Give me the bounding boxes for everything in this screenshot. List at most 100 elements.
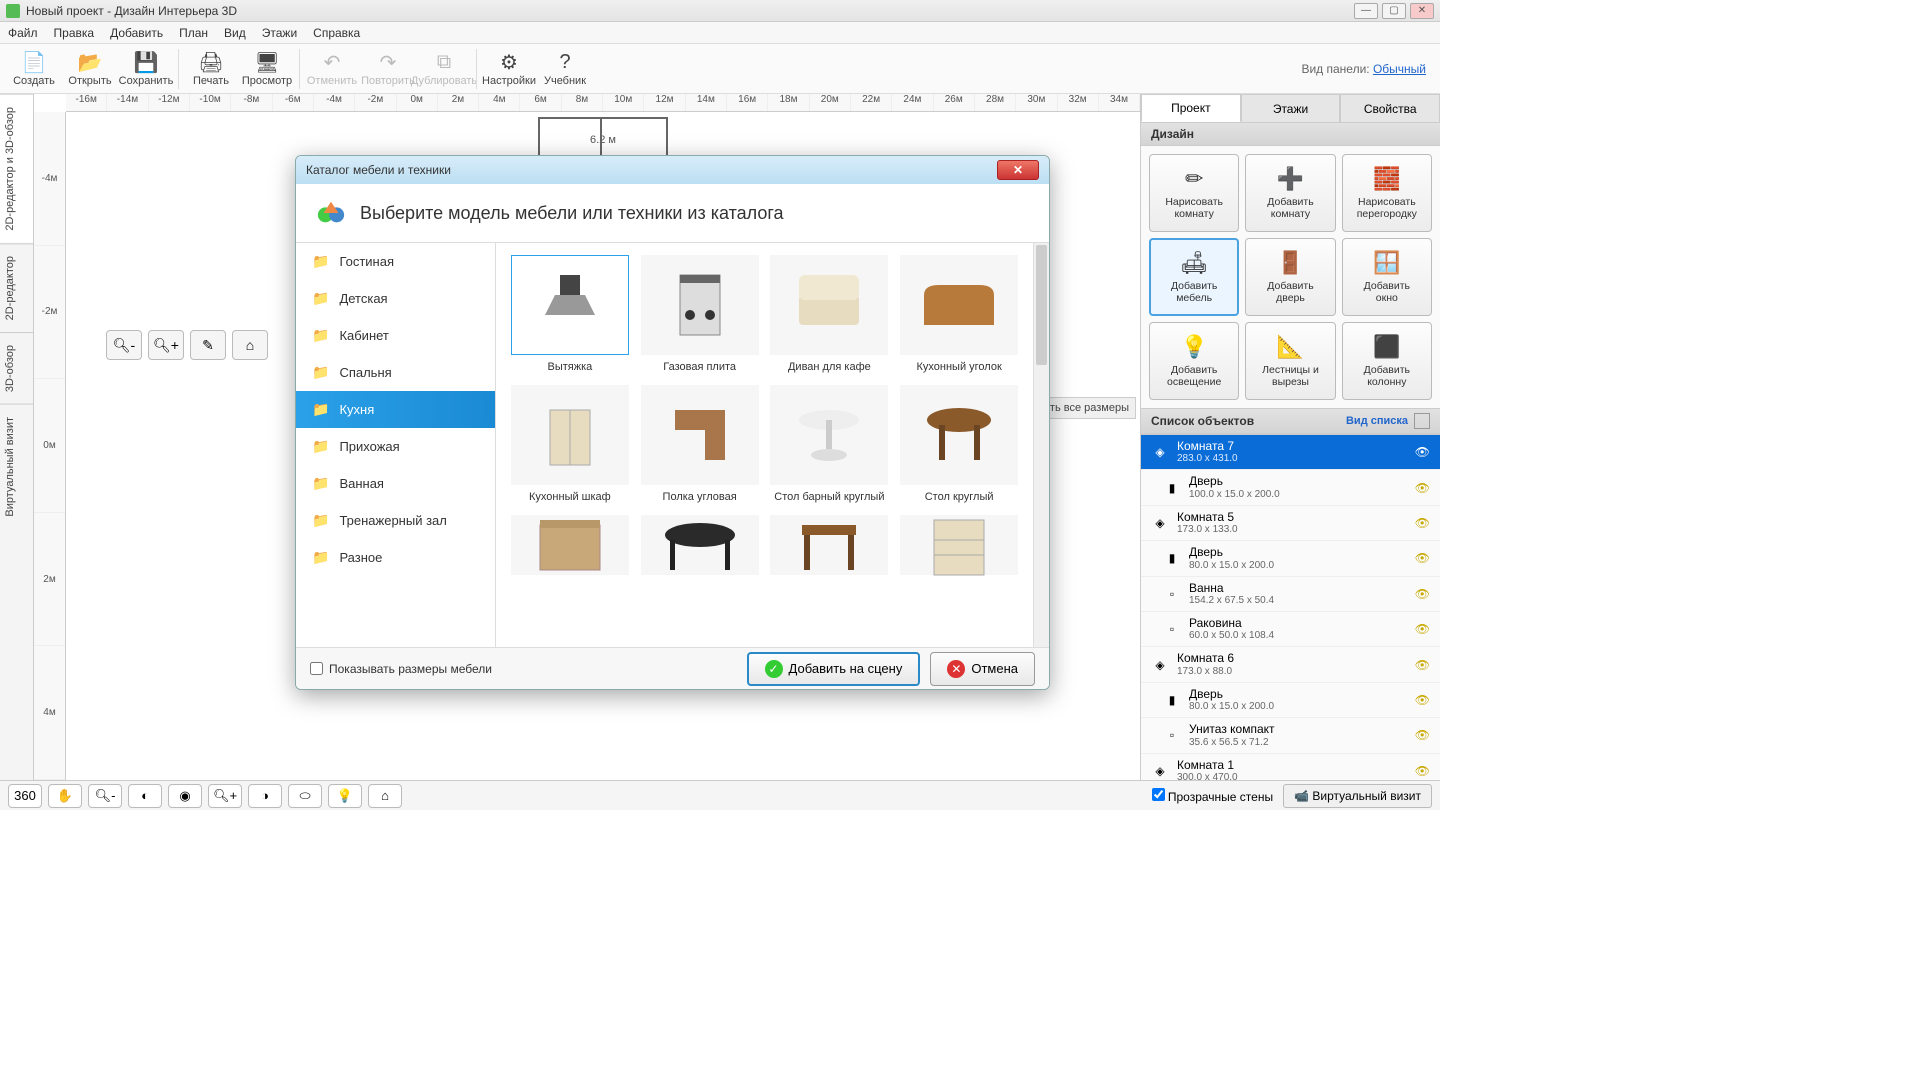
minimize-button[interactable]: — bbox=[1354, 3, 1378, 19]
category-Ванная[interactable]: 📁Ванная bbox=[296, 465, 495, 502]
toolbar-save-button[interactable]: 💾Сохранить bbox=[118, 45, 174, 93]
add-col-button[interactable]: ⬛Добавитьколонну bbox=[1342, 322, 1432, 400]
prev-icon[interactable]: ◐ bbox=[128, 784, 162, 808]
furniture-item[interactable]: Кухонный уголок bbox=[897, 255, 1021, 373]
toolbar-settings-button[interactable]: ⚙Настройки bbox=[481, 45, 537, 93]
panel-mode-link[interactable]: Обычный bbox=[1373, 62, 1426, 76]
draw-room-button[interactable]: ✏Нарисоватькомнату bbox=[1149, 154, 1239, 232]
close-button[interactable]: ✕ bbox=[1410, 3, 1434, 19]
visibility-icon[interactable]: 👁 bbox=[1415, 551, 1430, 565]
dialog-titlebar[interactable]: Каталог мебели и техники ✕ bbox=[296, 156, 1049, 184]
lasso-icon[interactable]: ⬭ bbox=[288, 784, 322, 808]
menu-Вид[interactable]: Вид bbox=[224, 26, 246, 40]
toolbar-open-button[interactable]: 📂Открыть bbox=[62, 45, 118, 93]
view-tab-3[interactable]: Виртуальный визит bbox=[0, 404, 33, 529]
category-Разное[interactable]: 📁Разное bbox=[296, 539, 495, 576]
dialog-close-button[interactable]: ✕ bbox=[997, 160, 1039, 180]
menu-Справка[interactable]: Справка bbox=[313, 26, 360, 40]
maximize-button[interactable]: ▢ bbox=[1382, 3, 1406, 19]
object-item[interactable]: ◈Комната 1300.0 x 470.0👁 bbox=[1141, 754, 1440, 780]
orbit-icon[interactable]: 360 bbox=[8, 784, 42, 808]
stairs-button[interactable]: 📐Лестницы ивырезы bbox=[1245, 322, 1335, 400]
object-item[interactable]: ▫Раковина60.0 x 50.0 x 108.4👁 bbox=[1141, 612, 1440, 647]
menu-План[interactable]: План bbox=[179, 26, 208, 40]
view-tab-2[interactable]: 3D-обзор bbox=[0, 332, 33, 404]
object-item[interactable]: ▮Дверь80.0 x 15.0 x 200.0👁 bbox=[1141, 683, 1440, 718]
furniture-item[interactable] bbox=[768, 515, 892, 575]
center-icon[interactable]: ◉ bbox=[168, 784, 202, 808]
object-item[interactable]: ▫Ванна154.2 x 67.5 x 50.4👁 bbox=[1141, 577, 1440, 612]
home-3d-icon[interactable]: ⌂ bbox=[368, 784, 402, 808]
add-furn-button[interactable]: 🛋Добавитьмебель bbox=[1149, 238, 1239, 316]
visibility-icon[interactable]: 👁 bbox=[1415, 516, 1430, 530]
category-Кухня[interactable]: 📁Кухня bbox=[296, 391, 495, 428]
furniture-item[interactable]: Газовая плита bbox=[638, 255, 762, 373]
toolbar-help-button[interactable]: ?Учебник bbox=[537, 45, 593, 93]
zoom-in-icon[interactable]: 🔍︎+ bbox=[148, 330, 184, 360]
category-Кабинет[interactable]: 📁Кабинет bbox=[296, 317, 495, 354]
next-icon[interactable]: ◑ bbox=[248, 784, 282, 808]
object-item[interactable]: ▮Дверь80.0 x 15.0 x 200.0👁 bbox=[1141, 541, 1440, 576]
object-item[interactable]: ▮Дверь100.0 x 15.0 x 200.0👁 bbox=[1141, 470, 1440, 505]
visibility-icon[interactable]: 👁 bbox=[1415, 728, 1430, 742]
object-item[interactable]: ◈Комната 5173.0 x 133.0👁 bbox=[1141, 506, 1440, 541]
view-list-link[interactable]: Вид списка bbox=[1346, 415, 1408, 427]
furniture-item[interactable]: Диван для кафе bbox=[768, 255, 892, 373]
furniture-item[interactable]: Кухонный шкаф bbox=[508, 385, 632, 503]
category-Спальня[interactable]: 📁Спальня bbox=[296, 354, 495, 391]
virtual-visit-button[interactable]: 📹 Виртуальный визит bbox=[1283, 784, 1432, 808]
light-icon[interactable]: 💡 bbox=[328, 784, 362, 808]
menu-Правка[interactable]: Правка bbox=[54, 26, 95, 40]
category-Гостиная[interactable]: 📁Гостиная bbox=[296, 243, 495, 280]
pan-icon[interactable]: ✋ bbox=[48, 784, 82, 808]
add-door-button[interactable]: 🚪Добавитьдверь bbox=[1245, 238, 1335, 316]
visibility-icon[interactable]: 👁 bbox=[1415, 693, 1430, 707]
show-all-sizes-hint[interactable]: ть все размеры bbox=[1043, 397, 1136, 419]
object-item[interactable]: ▫Унитаз компакт35.6 x 56.5 x 71.2👁 bbox=[1141, 718, 1440, 753]
view-list-icon[interactable] bbox=[1414, 413, 1430, 429]
add-light-button[interactable]: 💡Добавитьосвещение bbox=[1149, 322, 1239, 400]
menu-Добавить[interactable]: Добавить bbox=[110, 26, 163, 40]
furniture-scrollbar[interactable] bbox=[1033, 243, 1049, 647]
toolbar-print-button[interactable]: 🖨Печать bbox=[183, 45, 239, 93]
category-Тренажерный зал[interactable]: 📁Тренажерный зал bbox=[296, 502, 495, 539]
zoom-out-3d-icon[interactable]: 🔍︎- bbox=[88, 784, 122, 808]
zoom-in-3d-icon[interactable]: 🔍︎+ bbox=[208, 784, 242, 808]
add-to-scene-button[interactable]: ✓Добавить на сцену bbox=[747, 652, 921, 686]
category-Детская[interactable]: 📁Детская bbox=[296, 280, 495, 317]
furniture-item[interactable] bbox=[508, 515, 632, 575]
draw-wall-button[interactable]: 🧱Нарисоватьперегородку bbox=[1342, 154, 1432, 232]
show-sizes-checkbox[interactable]: Показывать размеры мебели bbox=[310, 662, 492, 676]
category-Прихожая[interactable]: 📁Прихожая bbox=[296, 428, 495, 465]
object-item[interactable]: ◈Комната 7283.0 x 431.0👁 bbox=[1141, 435, 1440, 470]
zoom-out-icon[interactable]: 🔍︎- bbox=[106, 330, 142, 360]
visibility-icon[interactable]: 👁 bbox=[1415, 587, 1430, 601]
cancel-button[interactable]: ✕Отмена bbox=[930, 652, 1035, 686]
home-icon[interactable]: ⌂ bbox=[232, 330, 268, 360]
view-tab-0[interactable]: 2D-редактор и 3D-обзор bbox=[0, 94, 33, 243]
right-tab-Свойства[interactable]: Свойства bbox=[1340, 94, 1440, 122]
visibility-icon[interactable]: 👁 bbox=[1415, 764, 1430, 778]
furniture-item[interactable] bbox=[897, 515, 1021, 575]
toolbar-preview-button[interactable]: 🖥Просмотр bbox=[239, 45, 295, 93]
menu-Этажи[interactable]: Этажи bbox=[262, 26, 297, 40]
furniture-item[interactable]: Стол круглый bbox=[897, 385, 1021, 503]
transparent-walls-checkbox[interactable]: Прозрачные стены bbox=[1152, 788, 1274, 804]
visibility-icon[interactable]: 👁 bbox=[1415, 658, 1430, 672]
add-room-button[interactable]: ➕Добавитькомнату bbox=[1245, 154, 1335, 232]
toolbar-create-button[interactable]: 📄Создать bbox=[6, 45, 62, 93]
menu-Файл[interactable]: Файл bbox=[8, 26, 38, 40]
visibility-icon[interactable]: 👁 bbox=[1415, 445, 1430, 459]
add-window-button[interactable]: 🪟Добавитьокно bbox=[1342, 238, 1432, 316]
visibility-icon[interactable]: 👁 bbox=[1415, 622, 1430, 636]
right-tab-Проект[interactable]: Проект bbox=[1141, 94, 1241, 122]
furniture-item[interactable]: Вытяжка bbox=[508, 255, 632, 373]
view-tab-1[interactable]: 2D-редактор bbox=[0, 243, 33, 332]
object-item[interactable]: ◈Комната 6173.0 x 88.0👁 bbox=[1141, 647, 1440, 682]
right-tab-Этажи[interactable]: Этажи bbox=[1241, 94, 1341, 122]
furniture-item[interactable]: Стол барный круглый bbox=[768, 385, 892, 503]
visibility-icon[interactable]: 👁 bbox=[1415, 481, 1430, 495]
furniture-item[interactable] bbox=[638, 515, 762, 575]
furniture-item[interactable]: Полка угловая bbox=[638, 385, 762, 503]
measure-icon[interactable]: ✎ bbox=[190, 330, 226, 360]
